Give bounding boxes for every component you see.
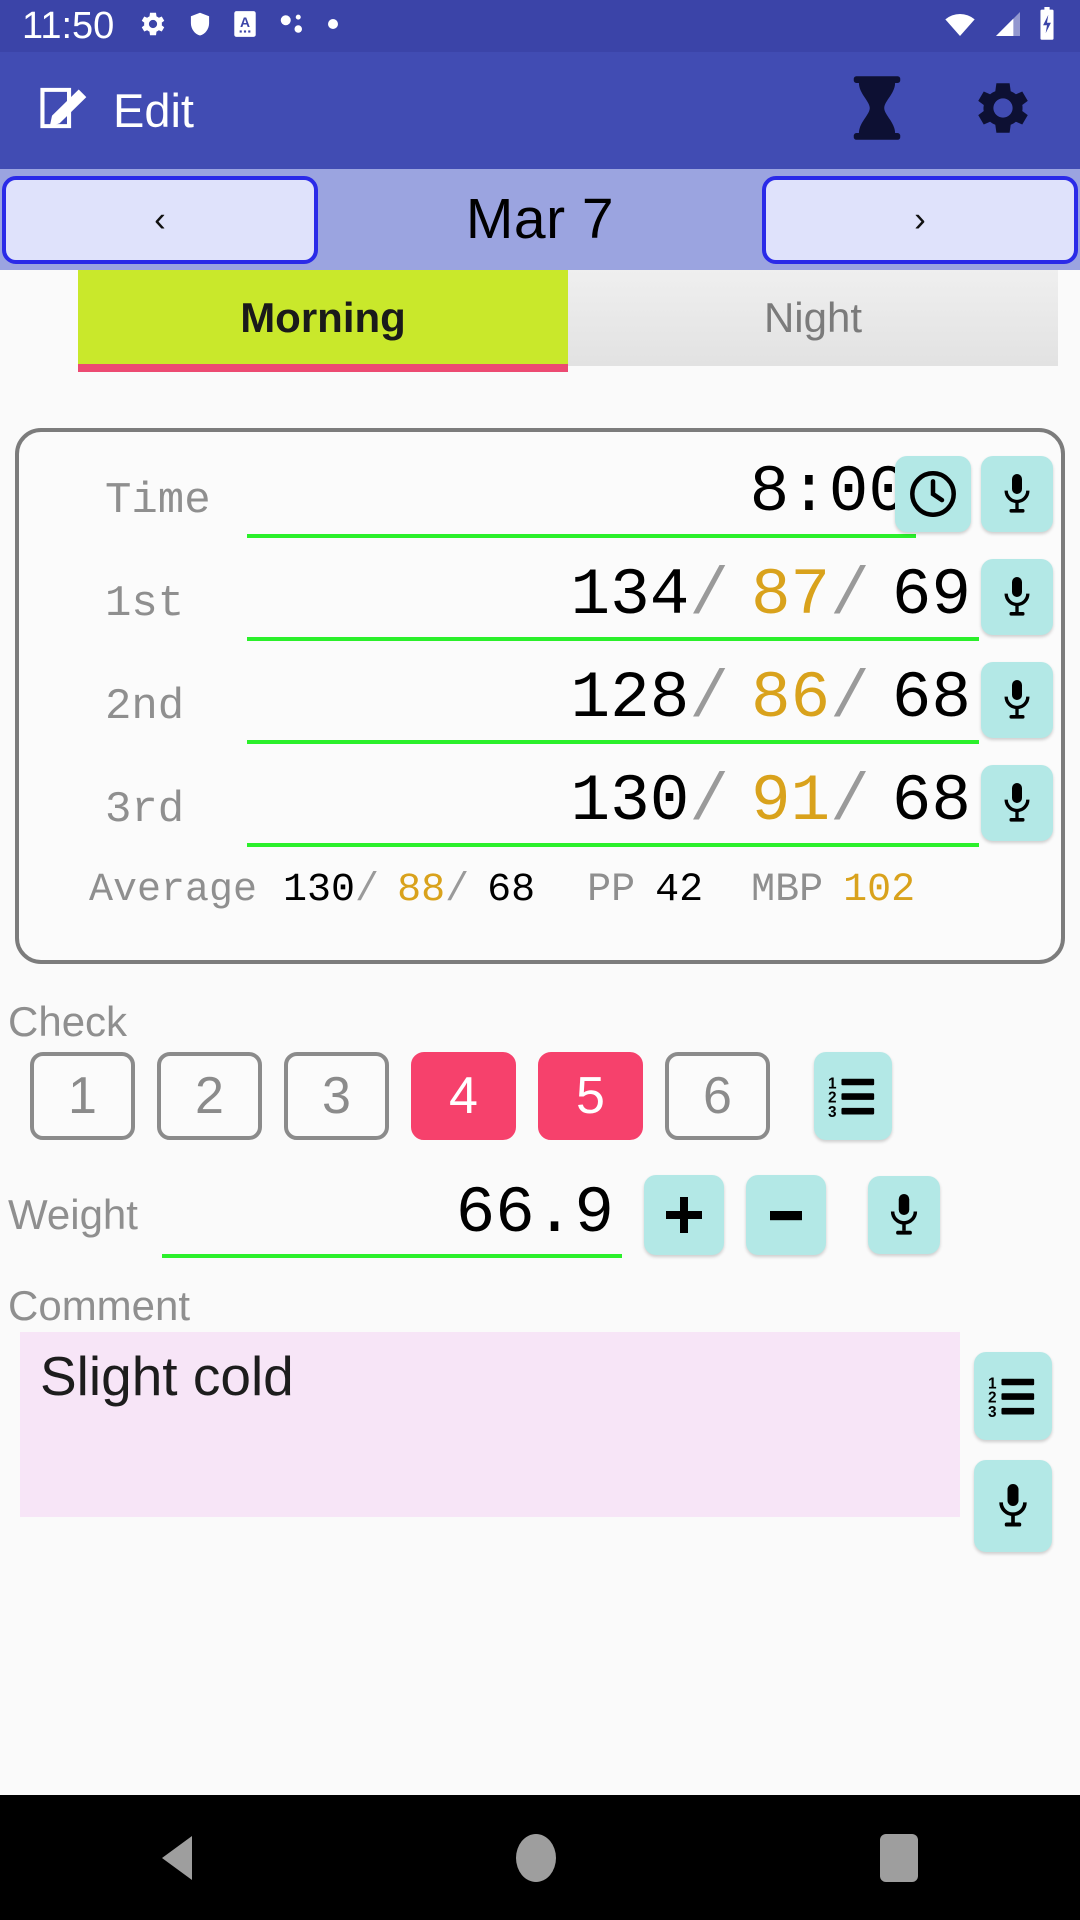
time-row: Time 8:00 — [19, 450, 1061, 553]
gear-icon — [138, 9, 168, 44]
systolic-value-2nd: 128 — [570, 660, 690, 736]
svg-text:A: A — [240, 14, 250, 30]
pulse-value-2nd: 68 — [891, 660, 971, 736]
time-mic-button[interactable] — [981, 456, 1053, 532]
separator: / — [830, 557, 870, 633]
dot-icon — [326, 17, 340, 36]
battery-charging-icon — [1036, 6, 1058, 46]
weight-minus-button[interactable] — [746, 1175, 826, 1255]
separator: / — [830, 763, 870, 839]
systolic-value-3rd: 130 — [570, 763, 690, 839]
weight-input[interactable]: 66.9 — [162, 1172, 622, 1258]
diastolic-value-1st: 87 — [750, 557, 831, 633]
pulse-value-3rd: 68 — [891, 763, 971, 839]
hourglass-icon[interactable] — [846, 74, 908, 147]
status-bar-left-icons: A — [138, 9, 340, 44]
wifi-icon — [940, 8, 980, 45]
time-input[interactable]: 8:00 — [247, 450, 916, 538]
time-picker-button[interactable] — [895, 456, 971, 532]
status-bar-clock: 11:50 — [22, 5, 115, 47]
android-nav-bar — [0, 1795, 1080, 1920]
mbp-label: MBP — [751, 868, 824, 913]
summary-row: Average 130 / 88 / 68 PP 42 MBP 102 — [19, 868, 1061, 913]
reading-input-3rd[interactable]: 130 / 91 / 68 — [247, 759, 979, 847]
separator: / — [689, 660, 729, 736]
pp-value: 42 — [655, 868, 704, 913]
comment-input[interactable]: Slight cold — [20, 1332, 960, 1517]
app-bar: Edit — [0, 52, 1080, 169]
average-systolic: 130 — [283, 868, 356, 913]
tab-morning[interactable]: Morning — [78, 270, 568, 372]
current-date-label: Mar 7 — [465, 187, 615, 251]
period-tabs: Morning Night — [0, 270, 1080, 373]
reading-mic-button-3rd[interactable] — [981, 765, 1053, 841]
check-button-3[interactable]: 3 — [284, 1052, 389, 1140]
phone-screen: 11:50 A Edit ‹ Mar 7 › Morning Night Tim… — [0, 0, 1080, 1920]
pp-label: PP — [587, 868, 636, 913]
app-bar-right — [846, 74, 1046, 147]
check-button-5[interactable]: 5 — [538, 1052, 643, 1140]
separator: / — [689, 557, 729, 633]
reading-input-1st[interactable]: 134 / 87 / 69 — [247, 553, 979, 641]
check-button-4[interactable]: 4 — [411, 1052, 516, 1140]
shield-icon — [187, 9, 213, 44]
separator: / — [830, 660, 870, 736]
home-circle-icon[interactable] — [516, 1833, 556, 1882]
measurement-card: Time 8:00 1st 134 / 87 / 69 2nd 128 / 86… — [15, 428, 1065, 964]
reading-mic-button-1st[interactable] — [981, 559, 1053, 635]
date-navigation-bar: ‹ Mar 7 › — [0, 169, 1080, 270]
comment-section-label: Comment — [8, 1282, 191, 1329]
reading-label-1st: 1st — [105, 579, 185, 629]
edit-pencil-icon[interactable] — [34, 79, 92, 142]
check-section-label: Check — [8, 998, 128, 1045]
bubbles-icon — [277, 9, 307, 44]
check-buttons-row: 1 2 3 4 5 6 1 2 3 — [30, 1052, 892, 1140]
previous-day-button[interactable]: ‹ — [2, 175, 318, 264]
app-bar-title: Edit — [113, 84, 194, 137]
weight-plus-button[interactable] — [644, 1175, 724, 1255]
signal-icon — [989, 8, 1027, 45]
svg-text:3: 3 — [988, 1404, 997, 1421]
diastolic-value-3rd: 91 — [750, 763, 831, 839]
reading-mic-button-2nd[interactable] — [981, 662, 1053, 738]
reading-label-3rd: 3rd — [105, 785, 185, 835]
check-numbered-list-button[interactable]: 1 2 3 — [814, 1052, 892, 1140]
reading-input-2nd[interactable]: 128 / 86 / 68 — [247, 656, 979, 744]
back-triangle-icon[interactable] — [162, 1835, 192, 1880]
reading-row-1st: 1st 134 / 87 / 69 — [19, 553, 1061, 656]
weight-mic-button[interactable] — [868, 1176, 940, 1254]
pulse-value-1st: 69 — [891, 557, 971, 633]
next-day-button[interactable]: › — [762, 175, 1078, 264]
a-box-icon: A — [232, 9, 258, 44]
check-button-1[interactable]: 1 — [30, 1052, 135, 1140]
app-bar-left[interactable]: Edit — [34, 79, 194, 142]
check-button-2[interactable]: 2 — [157, 1052, 262, 1140]
reading-row-2nd: 2nd 128 / 86 / 68 — [19, 656, 1061, 759]
separator: / — [445, 868, 470, 913]
systolic-value-1st: 134 — [570, 557, 690, 633]
status-bar-right-icons — [940, 6, 1058, 46]
comment-mic-button[interactable] — [974, 1460, 1052, 1552]
svg-text:3: 3 — [828, 1104, 837, 1121]
diastolic-value-2nd: 86 — [750, 660, 831, 736]
average-pulse: 68 — [487, 868, 536, 913]
time-label: Time — [105, 476, 211, 526]
check-button-6[interactable]: 6 — [665, 1052, 770, 1140]
separator: / — [355, 868, 380, 913]
weight-label: Weight — [8, 1191, 138, 1238]
status-bar: 11:50 A — [0, 0, 1080, 52]
average-label: Average — [89, 868, 258, 913]
gear-icon[interactable] — [970, 75, 1036, 146]
comment-numbered-list-button[interactable]: 1 2 3 — [974, 1352, 1052, 1440]
recents-square-icon[interactable] — [880, 1833, 918, 1882]
reading-row-3rd: 3rd 130 / 91 / 68 — [19, 759, 1061, 862]
tab-night[interactable]: Night — [568, 270, 1058, 366]
mbp-value: 102 — [843, 868, 916, 913]
average-diastolic: 88 — [397, 868, 446, 913]
weight-row: Weight 66.9 — [0, 1165, 1080, 1265]
reading-label-2nd: 2nd — [105, 682, 185, 732]
separator: / — [689, 763, 729, 839]
